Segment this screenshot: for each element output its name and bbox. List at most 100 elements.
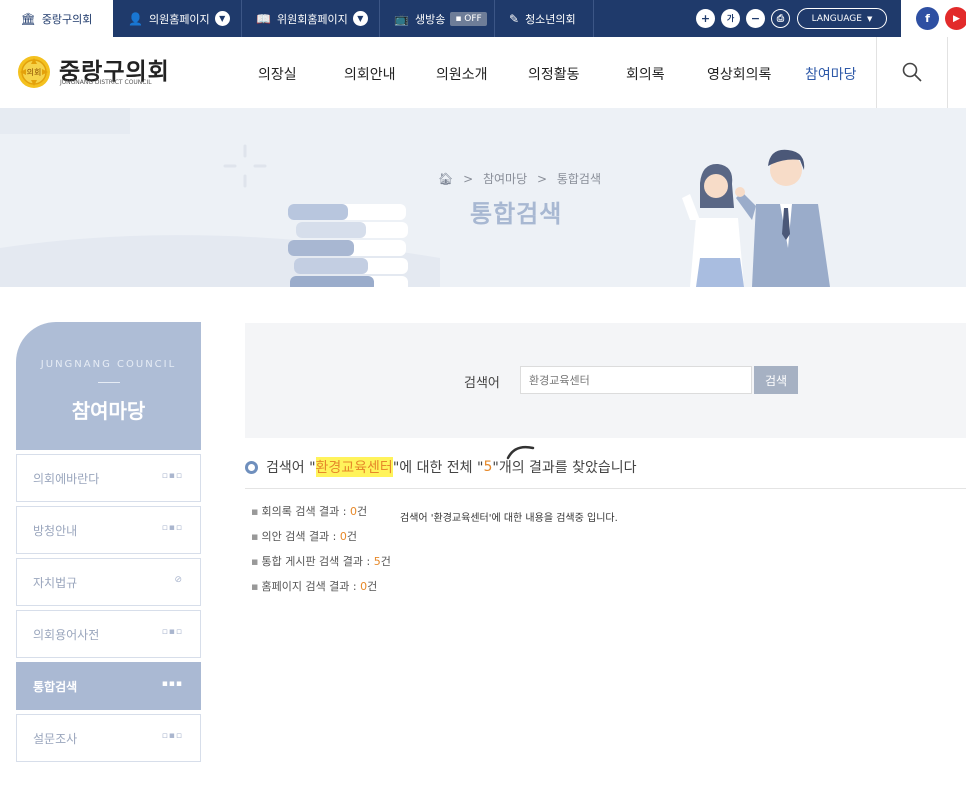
sidebar-item-petition[interactable]: 의회에바란다 ▫▪▫ [16, 454, 201, 502]
divider [494, 0, 495, 37]
building-icon: 🏛 [20, 11, 36, 26]
facebook-icon[interactable]: f [916, 7, 939, 30]
divider [379, 0, 380, 37]
sidebar-header: JUNGNANG COUNCIL 참여마당 [16, 322, 201, 450]
stat-label: 의안 검색 결과 : [261, 530, 340, 543]
divider [876, 37, 877, 108]
result-prefix: 검색어 " [266, 460, 316, 476]
live-status-badge: ▪ OFF [450, 11, 487, 26]
topbar-item-label: 의원홈페이지 [148, 12, 210, 26]
bullet-icon: ▪ [251, 555, 259, 568]
more-dots-icon: ▫▪▫ [161, 471, 183, 481]
sidebar-item-label: 방청안내 [33, 524, 78, 538]
book-icon: 📖 [256, 11, 271, 26]
stat-unit: 건 [380, 555, 391, 568]
result-total: 5 [483, 459, 493, 475]
gnb-council-activity[interactable]: 의정활동 [528, 64, 580, 84]
page-title: 통합검색 [470, 200, 563, 228]
stat-board: ▪ 통합 게시판 검색 결과 : 5건 [251, 553, 391, 569]
more-dots-icon: ▪▪▪ [161, 679, 183, 689]
more-dots-icon: ▫▪▫ [161, 627, 183, 637]
logo-subtitle: JUNGNANG DISTRICT COUNCIL [60, 79, 152, 86]
print-button[interactable]: ⎙ [771, 9, 790, 28]
stat-minutes: ▪ 회의록 검색 결과 : 0건 [251, 503, 367, 519]
more-dots-icon: ▫▪▫ [161, 731, 183, 741]
divider [593, 0, 594, 37]
topbar-item-label: 생방송 [414, 12, 446, 26]
person-icon: 👤 [128, 11, 143, 26]
breadcrumb-item[interactable]: 통합검색 [557, 172, 601, 186]
sidebar-item-label: 의회에바란다 [33, 472, 100, 486]
stat-unit: 건 [357, 505, 368, 518]
circle-bullet-icon [245, 460, 258, 474]
result-keyword: 환경교육센터 [315, 457, 393, 477]
sidebar-item-label: 통합검색 [33, 680, 78, 694]
topbar-item-label: 위원회홈페이지 [276, 12, 348, 26]
topbar-youth-council[interactable]: ✎ 청소년의회 [509, 0, 576, 37]
breadcrumb-separator: > [463, 172, 474, 186]
zoom-out-button[interactable]: − [746, 9, 765, 28]
stat-unit: 건 [346, 530, 358, 543]
sidebar-item-integrated-search[interactable]: 통합검색 ▪▪▪ [16, 662, 201, 710]
topbar-committee-homepage[interactable]: 📖 위원회홈페이지 ▼ [256, 0, 368, 37]
youtube-icon[interactable]: ▶ [945, 7, 966, 30]
sidebar-item-label: 의회용어사전 [33, 628, 100, 642]
chevron-down-icon: ▼ [352, 11, 368, 26]
zoom-in-button[interactable]: + [696, 9, 715, 28]
stat-homepage: ▪ 홈페이지 검색 결과 : 0건 [251, 578, 377, 594]
breadcrumb-item[interactable]: 참여마당 [483, 172, 527, 186]
sidebar-en-title: JUNGNANG COUNCIL [40, 359, 177, 370]
gnb-participation[interactable]: 참여마당 [805, 64, 857, 84]
breadcrumb: 🏠︎ > 참여마당 > 통합검색 [438, 170, 601, 187]
sidebar-item-visit-guide[interactable]: 방청안내 ▫▪▫ [16, 506, 201, 554]
more-dots-icon: ▫▪▫ [161, 523, 183, 533]
tv-icon: 📺 [394, 11, 409, 26]
home-icon[interactable]: 🏠︎ [438, 172, 453, 186]
divider [241, 0, 242, 37]
gnb-speaker-office[interactable]: 의장실 [258, 64, 297, 84]
language-dropdown[interactable]: LANGUAGE ▼ [797, 8, 887, 29]
search-panel: 검색어 검색 [245, 323, 966, 438]
search-input[interactable] [520, 366, 752, 394]
stat-count: 0 [350, 505, 358, 518]
pen-icon: ✎ [509, 11, 520, 26]
search-button[interactable]: 검색 [754, 366, 798, 394]
stat-count: 0 [339, 530, 347, 543]
gnb-council-guide[interactable]: 의회안내 [344, 64, 396, 84]
result-suffix: "개의 결과를 찾았습니다 [492, 460, 637, 476]
sidebar-item-label: 설문조사 [33, 732, 78, 746]
result-middle: "에 대한 전체 " [392, 460, 484, 476]
language-label: LANGUAGE [811, 13, 862, 24]
stat-bills: ▪ 의안 검색 결과 : 0건 [251, 528, 357, 544]
sidebar-item-ordinances[interactable]: 자치법규 ⊘ [16, 558, 201, 606]
stat-label: 홈페이지 검색 결과 : [261, 580, 361, 593]
sidebar-item-label: 자치법규 [33, 576, 78, 590]
sidebar-title: 참여마당 [71, 399, 146, 423]
font-size-reset-button[interactable]: 가 [721, 9, 740, 28]
divider [245, 488, 966, 489]
gnb-minutes[interactable]: 회의록 [626, 64, 665, 84]
sidebar-item-glossary[interactable]: 의회용어사전 ▫▪▫ [16, 610, 201, 658]
divider [947, 37, 948, 108]
bullet-icon: ▪ [251, 505, 259, 518]
loading-message: 검색어 '환경교육센터'에 대한 내용을 검색중 입니다. [400, 513, 618, 524]
gnb-video-minutes[interactable]: 영상회의록 [707, 64, 771, 84]
topbar-live-broadcast[interactable]: 📺 생방송 ▪ OFF [394, 0, 487, 37]
main-header: 의회 중랑구의회 JUNGNANG DISTRICT COUNCIL 의장실 의… [0, 37, 966, 108]
gnb-member-intro[interactable]: 의원소개 [436, 64, 488, 84]
council-emblem-icon[interactable]: 의회 [17, 55, 51, 89]
topbar-council-home[interactable]: 🏛 중랑구의회 [0, 0, 113, 37]
stat-label: 통합 게시판 검색 결과 : [261, 555, 374, 568]
stat-count: 5 [373, 555, 381, 568]
people-illustration-icon [682, 149, 830, 287]
search-icon[interactable] [902, 62, 922, 82]
result-summary: 검색어 " 환경교육센터 "에 대한 전체 " 5 "개의 결과를 찾았습니다 [245, 457, 637, 477]
divider [98, 382, 120, 383]
print-icon: ⎙ [776, 13, 785, 24]
stat-unit: 건 [367, 580, 378, 593]
topbar-member-homepage[interactable]: 👤 의원홈페이지 ▼ [128, 0, 230, 37]
external-link-icon: ⊘ [174, 575, 183, 585]
sidebar-item-survey[interactable]: 설문조사 ▫▪▫ [16, 714, 201, 762]
bullet-icon: ▪ [251, 580, 259, 593]
chevron-down-icon: ▼ [214, 11, 230, 26]
